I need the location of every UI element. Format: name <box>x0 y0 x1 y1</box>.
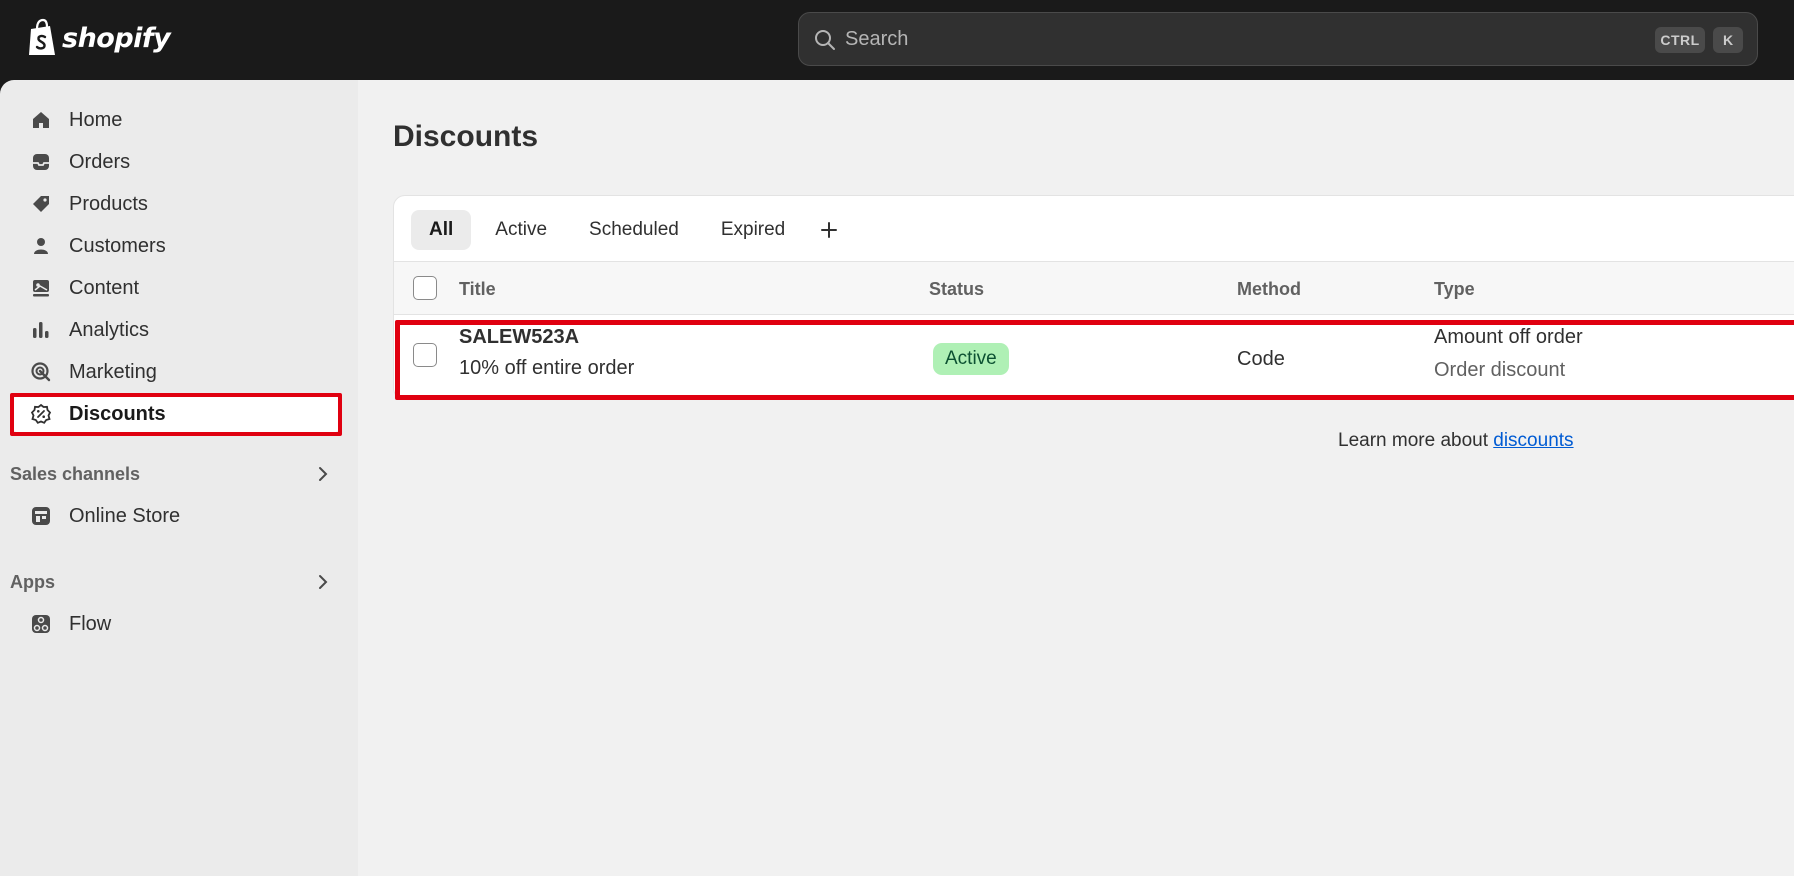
shortcut-ctrl-key: CTRL <box>1655 27 1705 53</box>
column-header-method[interactable]: Method <box>1237 279 1301 300</box>
filter-tabs: All Active Scheduled Expired <box>411 210 849 250</box>
row-checkbox[interactable] <box>413 343 437 367</box>
bar-chart-icon <box>33 322 49 338</box>
tab-all[interactable]: All <box>411 210 472 250</box>
sidebar-item-label: Online Store <box>69 504 181 527</box>
sidebar-item-label: Discounts <box>69 402 166 425</box>
sidebar-item-label: Analytics <box>69 318 150 341</box>
discount-icon <box>30 403 52 424</box>
tab-expired[interactable]: Expired <box>703 210 803 250</box>
sales-channels-label: Sales channels <box>10 463 141 484</box>
sidebar-item-label: Products <box>69 192 148 215</box>
sidebar-item-label: Customers <box>69 234 166 257</box>
sidebar-item-content[interactable]: Content <box>12 269 340 307</box>
tag-icon <box>33 196 49 212</box>
status-badge: Active <box>933 343 1009 375</box>
select-all-checkbox[interactable] <box>413 276 437 300</box>
flow-icon <box>32 615 50 633</box>
column-header-title[interactable]: Title <box>459 279 496 300</box>
discount-summary: 10% off entire order <box>459 357 635 379</box>
table-row[interactable]: SALEW523A 10% off entire order Active Co… <box>394 316 1794 396</box>
discounts-help-link[interactable]: discounts <box>1493 430 1573 451</box>
discount-type-detail: Order discount <box>1434 359 1566 381</box>
sidebar-item-products[interactable]: Products <box>12 185 340 223</box>
search-input[interactable] <box>845 13 1605 65</box>
sidebar-item-flow[interactable]: Flow <box>12 605 340 643</box>
chevron-right-icon <box>319 467 328 481</box>
inbox-icon <box>33 154 49 170</box>
sidebar-item-label: Home <box>69 108 123 131</box>
sidebar-item-discounts[interactable]: Discounts <box>12 395 340 433</box>
store-icon <box>32 507 50 525</box>
apps-label: Apps <box>10 571 55 592</box>
target-icon <box>31 362 51 382</box>
person-icon <box>34 238 48 254</box>
shortcut-k-key: K <box>1713 27 1743 53</box>
brand-name: shopify <box>62 22 171 54</box>
shopify-logo[interactable]: shopify <box>26 18 171 58</box>
image-icon <box>33 280 49 297</box>
discounts-table-card: All Active Scheduled Expired Title Statu… <box>393 195 1794 400</box>
search-bar[interactable]: CTRL K <box>798 12 1758 66</box>
sidebar-item-analytics[interactable]: Analytics <box>12 311 340 349</box>
add-view-button[interactable] <box>809 210 849 250</box>
main-content: Discounts All Active Scheduled Expired T… <box>358 80 1794 876</box>
sidebar-item-orders[interactable]: Orders <box>12 143 340 181</box>
page-title: Discounts <box>393 120 539 153</box>
top-bar: shopify CTRL K <box>0 0 1794 80</box>
learn-more-text: Learn more about discounts <box>1338 430 1574 452</box>
column-header-type[interactable]: Type <box>1434 279 1475 300</box>
sales-channels-header[interactable]: Sales channels <box>10 459 340 489</box>
plus-icon <box>821 222 838 238</box>
sidebar-item-label: Content <box>69 276 140 299</box>
tab-active[interactable]: Active <box>477 210 565 250</box>
tab-scheduled[interactable]: Scheduled <box>571 210 697 250</box>
search-icon <box>815 30 835 50</box>
discount-method: Code <box>1237 348 1285 370</box>
learn-more-prefix: Learn more about <box>1338 430 1494 451</box>
sidebar-item-customers[interactable]: Customers <box>12 227 340 265</box>
table-header: Title Status Method Type <box>394 261 1794 315</box>
sidebar-item-marketing[interactable]: Marketing <box>12 353 340 391</box>
sidebar-item-label: Flow <box>69 612 112 635</box>
sidebar-item-home[interactable]: Home <box>12 101 340 139</box>
chevron-right-icon <box>319 575 328 589</box>
sidebar-item-online-store[interactable]: Online Store <box>12 497 340 535</box>
discount-code[interactable]: SALEW523A <box>459 326 579 349</box>
sidebar-item-label: Orders <box>69 150 131 173</box>
sidebar: Home Orders Products Customers Content A… <box>0 80 358 876</box>
apps-header[interactable]: Apps <box>10 567 340 597</box>
column-header-status[interactable]: Status <box>929 279 984 300</box>
discount-type: Amount off order <box>1434 326 1583 348</box>
shopify-bag-icon <box>29 18 55 55</box>
sidebar-item-label: Marketing <box>69 360 157 383</box>
home-icon <box>33 112 49 128</box>
